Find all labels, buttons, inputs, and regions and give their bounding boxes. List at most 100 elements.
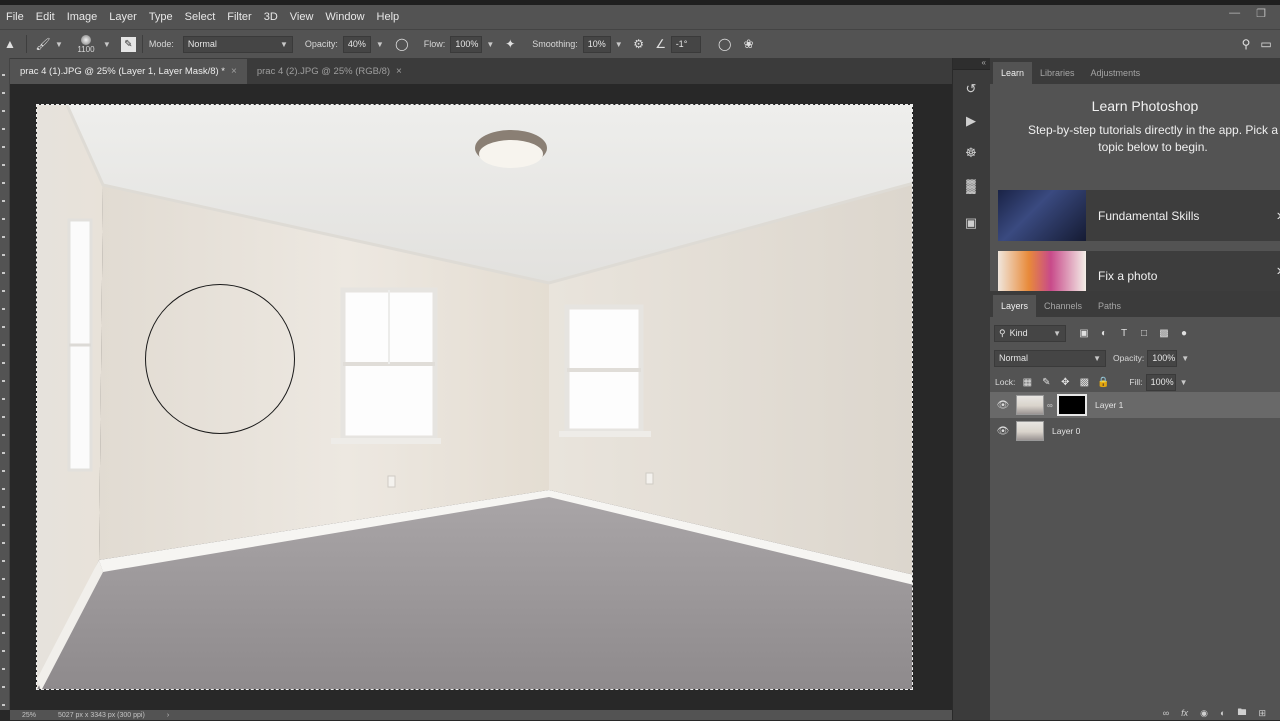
- card-fundamental-skills[interactable]: Fundamental Skills ›: [998, 190, 1280, 241]
- chevron-down-icon[interactable]: ▼: [103, 40, 111, 49]
- tool-marker[interactable]: [2, 362, 5, 364]
- layer-thumbnail[interactable]: [1016, 421, 1044, 441]
- fx-icon[interactable]: fx: [1181, 708, 1188, 718]
- filter-pixel-icon[interactable]: ▣: [1076, 325, 1092, 341]
- tool-marker[interactable]: [2, 452, 5, 454]
- close-icon[interactable]: ×: [231, 66, 237, 77]
- tool-marker[interactable]: [2, 614, 5, 616]
- menu-filter[interactable]: Filter: [221, 11, 257, 23]
- tool-marker[interactable]: [2, 578, 5, 580]
- chevron-right-icon[interactable]: ›: [167, 712, 169, 719]
- layer-opacity-input[interactable]: 100%: [1147, 349, 1178, 367]
- menu-edit[interactable]: Edit: [30, 11, 61, 23]
- tool-marker[interactable]: [2, 416, 5, 418]
- kind-filter-select[interactable]: ⚲ Kind ▼: [994, 324, 1066, 342]
- tab-paths[interactable]: Paths: [1090, 295, 1129, 317]
- smoothing-input[interactable]: 10%: [582, 35, 611, 53]
- chevron-down-icon[interactable]: ▼: [376, 40, 384, 49]
- menu-file[interactable]: File: [0, 11, 30, 23]
- airbrush-icon[interactable]: ✦: [500, 34, 520, 54]
- lock-position-icon[interactable]: ✥: [1057, 374, 1073, 390]
- tab-document-1[interactable]: prac 4 (1).JPG @ 25% (Layer 1, Layer Mas…: [10, 59, 247, 84]
- tool-marker[interactable]: [2, 308, 5, 310]
- workspace-icon[interactable]: ▭: [1256, 34, 1276, 54]
- menu-select[interactable]: Select: [179, 11, 222, 23]
- filter-adjustment-icon[interactable]: ◐: [1096, 325, 1112, 341]
- flow-input[interactable]: 100%: [450, 35, 483, 53]
- blend-mode-select[interactable]: Normal ▼: [994, 349, 1106, 367]
- layer-thumbnail[interactable]: [1016, 395, 1044, 415]
- adjustment-layer-icon[interactable]: ◐: [1220, 708, 1225, 718]
- adjust-icon[interactable]: ☸: [953, 140, 989, 166]
- layer-row-layer-1[interactable]: 👁 ∞ Layer 1: [990, 392, 1280, 418]
- tool-marker[interactable]: [2, 146, 5, 148]
- lock-paint-icon[interactable]: ✎: [1038, 374, 1054, 390]
- brush-icon[interactable]: 🖌: [33, 34, 53, 54]
- pressure-size-icon[interactable]: ◯: [715, 34, 735, 54]
- filter-shape-icon[interactable]: □: [1136, 325, 1152, 341]
- mode-select[interactable]: Normal ▼: [182, 35, 293, 53]
- tool-marker[interactable]: [2, 596, 5, 598]
- tool-marker[interactable]: [2, 632, 5, 634]
- restore-icon[interactable]: ❐: [1256, 7, 1266, 20]
- tool-marker[interactable]: [2, 344, 5, 346]
- search-icon[interactable]: ⚲: [1236, 34, 1256, 54]
- history-icon[interactable]: ↺: [953, 76, 989, 102]
- brush-settings-icon[interactable]: ✎: [120, 36, 136, 52]
- menu-help[interactable]: Help: [371, 11, 406, 23]
- tool-marker[interactable]: [2, 380, 5, 382]
- canvas-area[interactable]: [10, 84, 952, 710]
- tool-marker[interactable]: [2, 524, 5, 526]
- tool-marker[interactable]: [2, 488, 5, 490]
- chevron-down-icon[interactable]: ▼: [1181, 354, 1189, 363]
- tool-marker[interactable]: [2, 164, 5, 166]
- tool-marker[interactable]: [2, 398, 5, 400]
- opacity-input[interactable]: 40%: [342, 35, 371, 53]
- lock-transparency-icon[interactable]: ▦: [1019, 374, 1035, 390]
- menu-image[interactable]: Image: [61, 11, 104, 23]
- chevron-down-icon[interactable]: ▼: [1180, 378, 1188, 387]
- zoom-level[interactable]: 25%: [22, 712, 36, 719]
- document-canvas[interactable]: [36, 104, 913, 690]
- tool-marker[interactable]: [2, 110, 5, 112]
- tool-marker[interactable]: [2, 218, 5, 220]
- eye-icon[interactable]: 👁: [990, 426, 1016, 437]
- link-icon[interactable]: ∞: [1047, 401, 1055, 410]
- lock-all-icon[interactable]: 🔒: [1095, 374, 1111, 390]
- layer-name[interactable]: Layer 0: [1052, 426, 1080, 436]
- tab-libraries[interactable]: Libraries: [1032, 62, 1083, 84]
- collapse-icon[interactable]: «: [953, 58, 990, 70]
- menu-layer[interactable]: Layer: [103, 11, 143, 23]
- tab-layers[interactable]: Layers: [993, 295, 1037, 317]
- angle-input[interactable]: -1°: [670, 35, 701, 53]
- tool-marker[interactable]: [2, 542, 5, 544]
- tool-marker[interactable]: [2, 560, 5, 562]
- tool-marker[interactable]: [2, 74, 5, 76]
- tool-marker[interactable]: [2, 272, 5, 274]
- tool-marker[interactable]: [2, 668, 5, 670]
- tab-document-2[interactable]: prac 4 (2).JPG @ 25% (RGB/8) ×: [247, 59, 412, 84]
- filter-toggle-icon[interactable]: ●: [1176, 325, 1192, 341]
- tab-channels[interactable]: Channels: [1036, 295, 1090, 317]
- tool-marker[interactable]: [2, 290, 5, 292]
- new-layer-icon[interactable]: ⊞: [1258, 708, 1266, 719]
- properties-icon[interactable]: ▣: [953, 210, 989, 236]
- symmetry-icon[interactable]: ❀: [739, 34, 759, 54]
- tool-marker[interactable]: [2, 470, 5, 472]
- card-fix-a-photo[interactable]: Fix a photo ›: [998, 251, 1280, 291]
- tool-marker[interactable]: [2, 506, 5, 508]
- add-mask-icon[interactable]: ◉: [1200, 708, 1208, 719]
- menu-window[interactable]: Window: [319, 11, 370, 23]
- brush-size-picker[interactable]: 1100: [71, 34, 101, 54]
- tool-marker[interactable]: [2, 200, 5, 202]
- menu-type[interactable]: Type: [143, 11, 179, 23]
- minimize-icon[interactable]: —: [1229, 7, 1240, 20]
- tool-marker[interactable]: [2, 326, 5, 328]
- filter-smart-object-icon[interactable]: ▩: [1156, 325, 1172, 341]
- chevron-down-icon[interactable]: ▼: [486, 40, 494, 49]
- folder-icon[interactable]: 🖿: [1237, 705, 1246, 721]
- tab-adjustments[interactable]: Adjustments: [1083, 62, 1149, 84]
- menu-3d[interactable]: 3D: [258, 11, 284, 23]
- gear-icon[interactable]: ⚙: [629, 34, 649, 54]
- pressure-opacity-icon[interactable]: ◯: [392, 34, 412, 54]
